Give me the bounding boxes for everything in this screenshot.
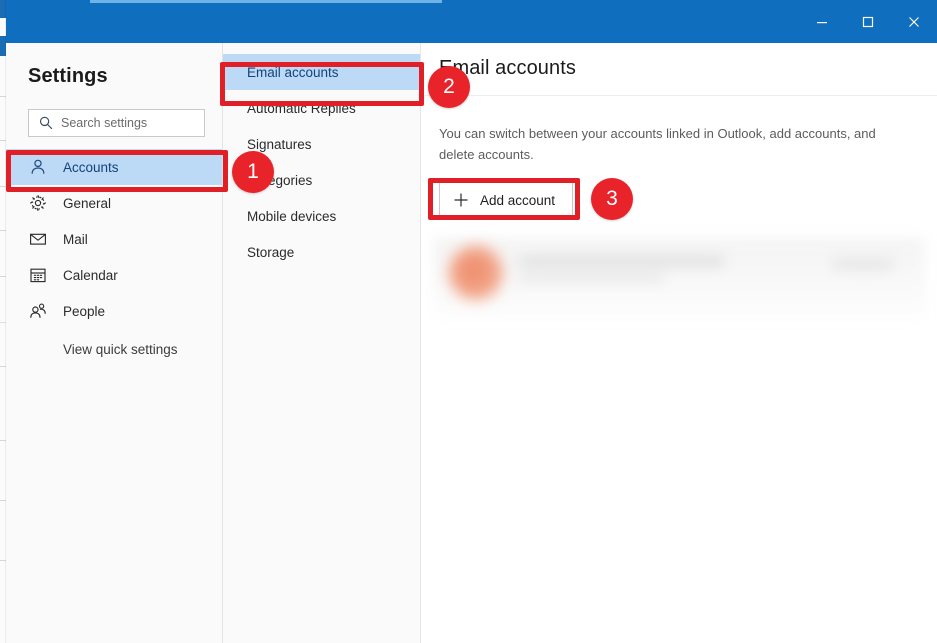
middle-item-automatic-replies-label: Automatic Replies	[247, 101, 356, 116]
middle-item-categories-label: Categories	[247, 173, 312, 188]
pane-title: Email accounts	[439, 57, 576, 80]
sidebar-item-accounts-label: Accounts	[63, 160, 119, 175]
view-quick-settings-label: View quick settings	[63, 342, 178, 357]
sidebar-item-people[interactable]: People	[6, 293, 222, 329]
avatar	[449, 246, 503, 300]
settings-window: Settings Search settings	[6, 0, 937, 643]
view-quick-settings-link[interactable]: View quick settings	[6, 332, 222, 366]
pane-description: You can switch between your accounts lin…	[439, 123, 914, 165]
sidebar-item-general-label: General	[63, 196, 111, 211]
middle-item-email-accounts[interactable]: Email accounts	[223, 54, 420, 90]
sidebar-item-accounts[interactable]: Accounts	[6, 149, 222, 185]
maximize-icon	[862, 16, 874, 28]
plus-icon	[453, 192, 469, 208]
maximize-button[interactable]	[845, 0, 891, 43]
settings-subnav-list: Email accounts Automatic Replies Signatu…	[223, 54, 420, 270]
middle-item-signatures-label: Signatures	[247, 137, 312, 152]
title-bar-accent-line	[90, 0, 442, 3]
calendar-icon	[28, 265, 48, 285]
gear-icon	[28, 193, 48, 213]
sidebar-item-calendar-label: Calendar	[63, 268, 118, 283]
close-button[interactable]	[891, 0, 937, 43]
screenshot-root: Settings Search settings	[0, 0, 937, 643]
middle-item-categories[interactable]: Categories	[223, 162, 420, 198]
middle-item-storage[interactable]: Storage	[223, 234, 420, 270]
middle-item-mobile-devices-label: Mobile devices	[247, 209, 336, 224]
add-account-label: Add account	[480, 193, 555, 208]
envelope-icon	[28, 229, 48, 249]
close-icon	[908, 16, 920, 28]
settings-sidebar: Settings Search settings	[6, 43, 223, 643]
middle-item-email-accounts-label: Email accounts	[247, 65, 339, 80]
page-title: Settings	[28, 65, 108, 88]
sidebar-item-calendar[interactable]: Calendar	[6, 257, 222, 293]
title-bar	[6, 0, 937, 43]
search-settings-placeholder: Search settings	[61, 116, 147, 130]
person-icon	[28, 157, 48, 177]
middle-item-mobile-devices[interactable]: Mobile devices	[223, 198, 420, 234]
window-controls	[799, 0, 937, 43]
sidebar-item-mail[interactable]: Mail	[6, 221, 222, 257]
middle-item-storage-label: Storage	[247, 245, 294, 260]
window-content: Settings Search settings	[6, 43, 937, 643]
people-icon	[28, 301, 48, 321]
middle-item-automatic-replies[interactable]: Automatic Replies	[223, 90, 420, 126]
middle-item-signatures[interactable]: Signatures	[223, 126, 420, 162]
add-account-button[interactable]: Add account	[439, 182, 573, 218]
settings-subnav-column: Email accounts Automatic Replies Signatu…	[223, 43, 421, 643]
sidebar-item-people-label: People	[63, 304, 105, 319]
settings-nav-list: Accounts General	[6, 149, 222, 366]
minimize-icon	[816, 16, 828, 28]
pane-header: Email accounts	[421, 43, 937, 96]
account-card-blurred[interactable]	[433, 238, 925, 318]
email-accounts-pane: Email accounts You can switch between yo…	[421, 43, 937, 643]
minimize-button[interactable]	[799, 0, 845, 43]
search-settings-box[interactable]: Search settings	[28, 109, 205, 137]
sidebar-item-mail-label: Mail	[63, 232, 88, 247]
sidebar-item-general[interactable]: General	[6, 185, 222, 221]
search-icon	[38, 115, 54, 131]
